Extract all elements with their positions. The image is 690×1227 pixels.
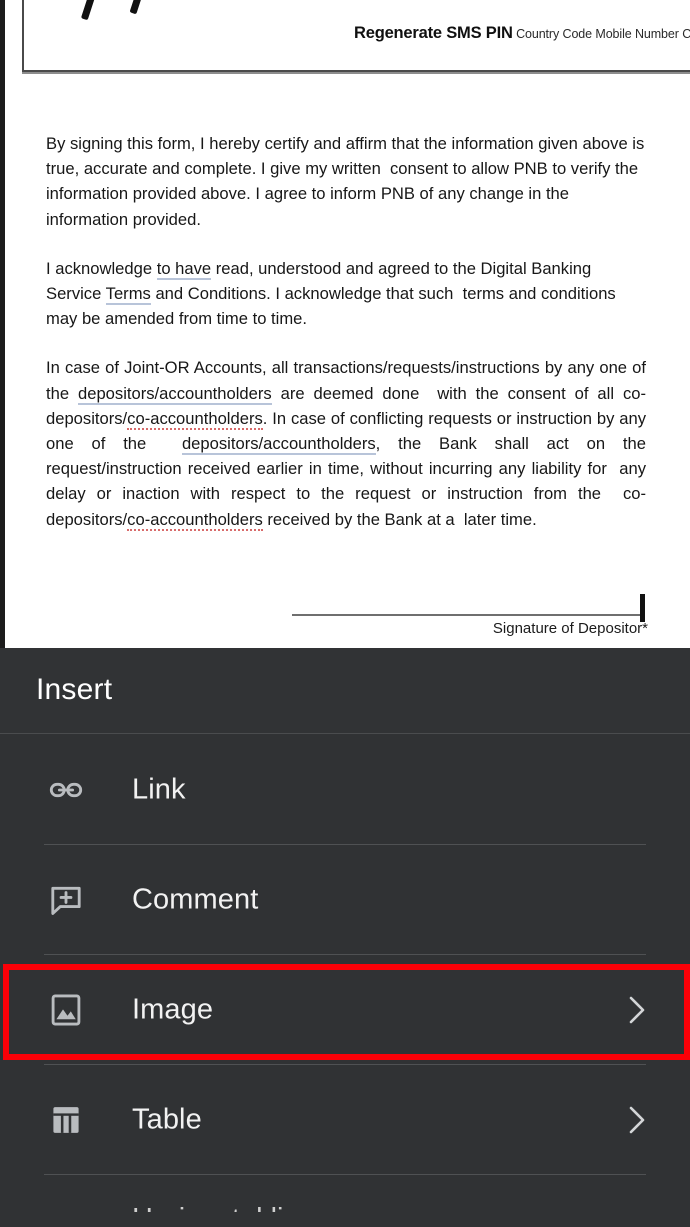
chevron-right-icon — [624, 990, 650, 1030]
image-icon — [46, 990, 86, 1030]
menu-item-comment[interactable]: Comment — [0, 845, 690, 955]
menu-item-link[interactable]: Link — [0, 735, 690, 845]
insert-sheet-header: Insert — [0, 648, 690, 734]
link-icon — [46, 770, 86, 810]
page-left-edge — [0, 0, 5, 650]
regenerate-sms-pin-label: Regenerate SMS PIN — [354, 24, 513, 42]
handwritten-slash-mark — [80, 0, 99, 21]
signature-line — [292, 614, 640, 616]
form-table-cell: Regenerate SMS PIN Country Code Mobile N… — [22, 0, 690, 74]
spell-suggestion-co-accountholders: co-accountholders — [127, 408, 263, 430]
paragraph-acknowledgement: I acknowledge to have read, understood a… — [46, 258, 616, 329]
text-cursor-caret — [640, 594, 645, 622]
paragraph-consent: By signing this form, I hereby certify a… — [46, 134, 645, 229]
menu-item-label: Comment — [132, 883, 259, 916]
menu-item-table[interactable]: Table — [0, 1065, 690, 1175]
menu-item-image[interactable]: Image — [0, 955, 690, 1065]
comment-icon — [46, 880, 86, 920]
grammar-suggestion-depositors-accountholders: depositors/accountholders — [78, 383, 272, 405]
signature-field[interactable]: Signature of Depositor* — [292, 594, 648, 648]
menu-item-label: Image — [132, 993, 214, 1026]
insert-title: Insert — [36, 673, 113, 706]
menu-item-horizontal-line[interactable]: Horizontal line — [0, 1175, 690, 1212]
insert-menu-list: Link Comment Image Table — [0, 735, 690, 1212]
document-page[interactable]: Regenerate SMS PIN Country Code Mobile N… — [0, 0, 690, 650]
grammar-suggestion-depositors-accountholders: depositors/accountholders — [181, 434, 376, 456]
signature-of-depositor-label: Signature of Depositor* — [492, 620, 648, 637]
menu-item-label: Table — [132, 1103, 202, 1136]
spell-suggestion-co-accountholders: co-accountholders — [127, 509, 263, 531]
table-icon — [46, 1100, 86, 1140]
form-header-line: Regenerate SMS PIN Country Code Mobile N… — [354, 24, 690, 43]
country-code-mobile-number-label: Country Code Mobile Number Country — [516, 27, 690, 41]
paragraph-joint-or-accounts: In case of Joint-OR Accounts, all transa… — [46, 358, 646, 531]
insert-bottom-sheet: Insert Link Comment Image Table — [0, 648, 690, 1227]
handwritten-slash-mark — [129, 0, 146, 15]
grammar-suggestion-to-have: to have — [156, 258, 212, 280]
menu-item-label: Link — [132, 773, 186, 806]
document-body[interactable]: By signing this form, I hereby certify a… — [46, 131, 646, 556]
chevron-right-icon — [624, 1100, 650, 1140]
app-screen: Regenerate SMS PIN Country Code Mobile N… — [0, 0, 690, 1227]
grammar-suggestion-terms: Terms — [105, 284, 151, 306]
menu-item-label: Horizontal line — [132, 1203, 316, 1212]
